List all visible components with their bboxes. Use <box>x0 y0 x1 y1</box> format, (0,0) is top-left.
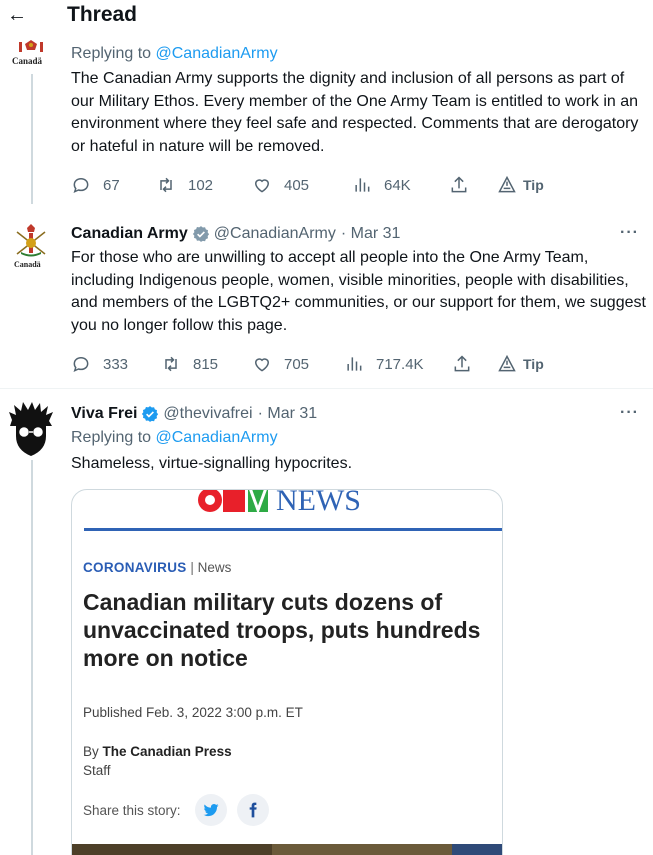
views-chart-icon <box>347 357 362 371</box>
avatar[interactable] <box>8 402 54 458</box>
section-label: CORONAVIRUS | News <box>83 560 232 575</box>
tip-label: Tip <box>523 356 544 372</box>
replying-to: Replying to @CanadianArmy <box>71 429 278 446</box>
more-options-icon[interactable]: ··· <box>620 224 639 242</box>
retweet-button[interactable]: 102 <box>156 174 213 196</box>
replying-to-handle-link[interactable]: @CanadianArmy <box>156 429 278 446</box>
reply-icon <box>73 177 89 194</box>
ctv-news-logo: NEWS <box>198 489 361 516</box>
views-button[interactable]: 717.4K <box>344 353 424 375</box>
share-icon <box>454 355 470 372</box>
retweet-icon <box>165 356 177 372</box>
replying-to-handle-link[interactable]: @CanadianArmy <box>156 45 278 62</box>
verified-badge-icon <box>192 226 209 242</box>
more-options-icon[interactable]: ··· <box>620 404 639 422</box>
section-subtitle: News <box>197 560 232 575</box>
byline-author: The Canadian Press <box>102 744 232 759</box>
reply-count: 67 <box>103 176 120 194</box>
header-rule <box>84 528 502 531</box>
tweet-actions: 333 815 705 717.4K Tip <box>71 353 631 375</box>
tweet-divider <box>0 388 653 389</box>
back-arrow-icon[interactable]: ← <box>6 4 28 26</box>
views-count: 717.4K <box>376 355 424 373</box>
attached-news-image[interactable]: NEWS CORONAVIRUS | News Canadian militar… <box>71 489 503 855</box>
tip-button[interactable]: Tip <box>497 353 544 375</box>
author-name[interactable]: Canadian Army <box>71 225 188 243</box>
share-story-row: Share this story: <box>83 794 269 826</box>
article-photo-strip <box>72 844 502 855</box>
tip-label: Tip <box>523 177 544 193</box>
like-button[interactable]: 705 <box>252 353 309 375</box>
reply-count: 333 <box>103 355 129 373</box>
twitter-bird-icon <box>194 794 227 826</box>
reply-button[interactable]: 67 <box>71 174 120 196</box>
thread-connector <box>31 460 33 855</box>
like-count: 405 <box>284 176 310 194</box>
author-handle[interactable]: @thevivafrei <box>163 405 252 423</box>
tweet-text: The Canadian Army supports the dignity a… <box>71 70 639 155</box>
views-count: 64K <box>384 176 411 194</box>
verified-badge-icon <box>142 406 159 422</box>
share-icon <box>451 176 467 193</box>
page-title: Thread <box>67 3 138 26</box>
heart-icon <box>254 358 270 372</box>
thread-connector <box>31 74 33 204</box>
retweet-count: 815 <box>193 355 219 373</box>
replying-to: Replying to @CanadianArmy <box>71 45 278 62</box>
tweet-date[interactable]: · Mar 31 <box>258 405 318 423</box>
share-label: Share this story: <box>83 802 181 818</box>
tweet-actions: 67 102 405 64K Tip <box>71 174 631 196</box>
like-count: 705 <box>284 355 310 373</box>
tweet-header: Canadian Army @CanadianArmy · Mar 31 <box>71 223 400 245</box>
tweet-text: Shameless, virtue-signalling hypocrites. <box>71 455 353 472</box>
retweet-count: 102 <box>188 176 214 194</box>
section-tag: CORONAVIRUS <box>83 560 187 575</box>
tweet-header: Viva Frei @thevivafrei · Mar 31 <box>71 403 317 425</box>
thread-header: ← Thread <box>0 0 653 32</box>
views-button[interactable]: 64K <box>352 174 411 196</box>
avatar[interactable]: Canadä <box>11 40 51 70</box>
heart-icon <box>254 179 270 193</box>
tip-icon <box>498 354 516 372</box>
canada-wordmark: Canadä <box>14 260 41 269</box>
author-handle[interactable]: @CanadianArmy <box>214 225 336 243</box>
share-button[interactable] <box>449 174 469 196</box>
tweet-date[interactable]: · Mar 31 <box>341 225 401 243</box>
retweet-button[interactable]: 815 <box>161 353 218 375</box>
reply-button[interactable]: 333 <box>71 353 128 375</box>
published-date: Published Feb. 3, 2022 3:00 p.m. ET <box>83 705 303 720</box>
facebook-icon <box>236 794 269 826</box>
tip-button[interactable]: Tip <box>497 174 544 196</box>
tip-icon <box>498 175 516 193</box>
logo-news-text: NEWS <box>276 489 361 516</box>
author-name[interactable]: Viva Frei <box>71 405 137 423</box>
retweet-icon <box>160 177 172 193</box>
article-headline: Canadian military cuts dozens of unvacci… <box>83 589 481 671</box>
byline: By The Canadian Press Staff <box>83 744 232 778</box>
share-button[interactable] <box>452 353 472 375</box>
like-button[interactable]: 405 <box>252 174 309 196</box>
avatar[interactable]: Canadä <box>11 224 51 272</box>
tweet-text: For those who are unwilling to accept al… <box>71 249 646 334</box>
views-chart-icon <box>355 178 370 192</box>
byline-role: Staff <box>83 763 111 778</box>
reply-icon <box>73 356 89 373</box>
canada-wordmark: Canadä <box>12 56 43 66</box>
